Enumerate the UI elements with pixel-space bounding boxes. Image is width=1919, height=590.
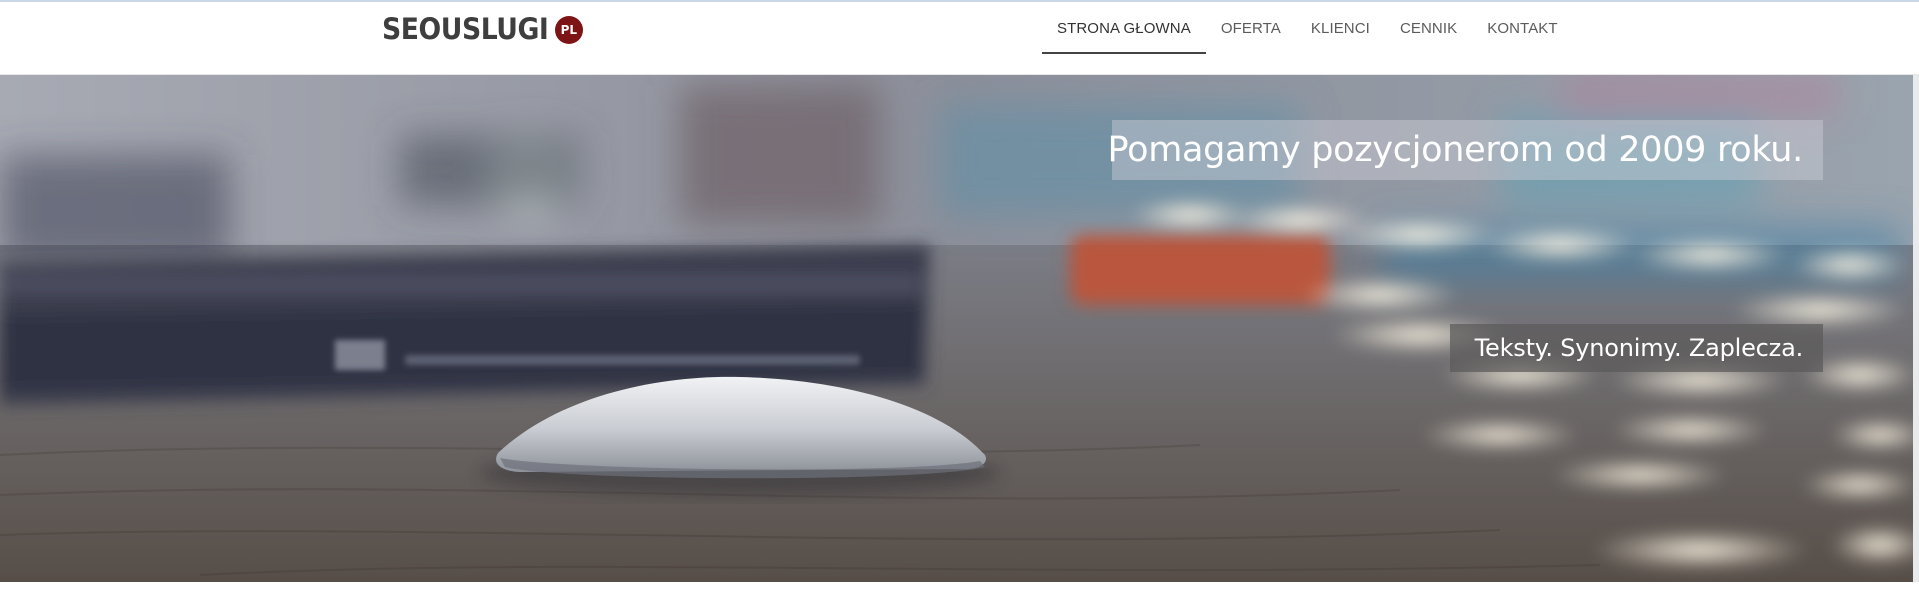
nav-item-kontakt[interactable]: KONTAKT [1472, 2, 1572, 54]
logo-text: SEOUSLUGI [382, 11, 549, 46]
nav-item-oferta[interactable]: OFERTA [1206, 2, 1296, 54]
site-header: SEOUSLUGI PL STRONA GŁOWNA OFERTA KLIENC… [0, 2, 1919, 75]
nav-item-klienci[interactable]: KLIENCI [1296, 2, 1385, 54]
hero-slider: Pomagamy pozycjonerom od 2009 roku. Teks… [0, 75, 1919, 582]
scroll-edge [1913, 75, 1919, 582]
page-below-fold [0, 582, 1919, 590]
nav-item-cennik[interactable]: CENNIK [1385, 2, 1472, 54]
hero-caption-primary: Pomagamy pozycjonerom od 2009 roku. [1108, 120, 1823, 180]
hero-caption-secondary: Teksty. Synonimy. Zaplecza. [1450, 324, 1823, 372]
page: SEOUSLUGI PL STRONA GŁOWNA OFERTA KLIENC… [0, 0, 1919, 590]
logo-badge: PL [554, 16, 583, 44]
main-nav: STRONA GŁOWNA OFERTA KLIENCI CENNIK KONT… [1042, 2, 1573, 54]
nav-item-strona-glowna[interactable]: STRONA GŁOWNA [1042, 2, 1206, 54]
site-logo[interactable]: SEOUSLUGI PL [382, 10, 583, 48]
